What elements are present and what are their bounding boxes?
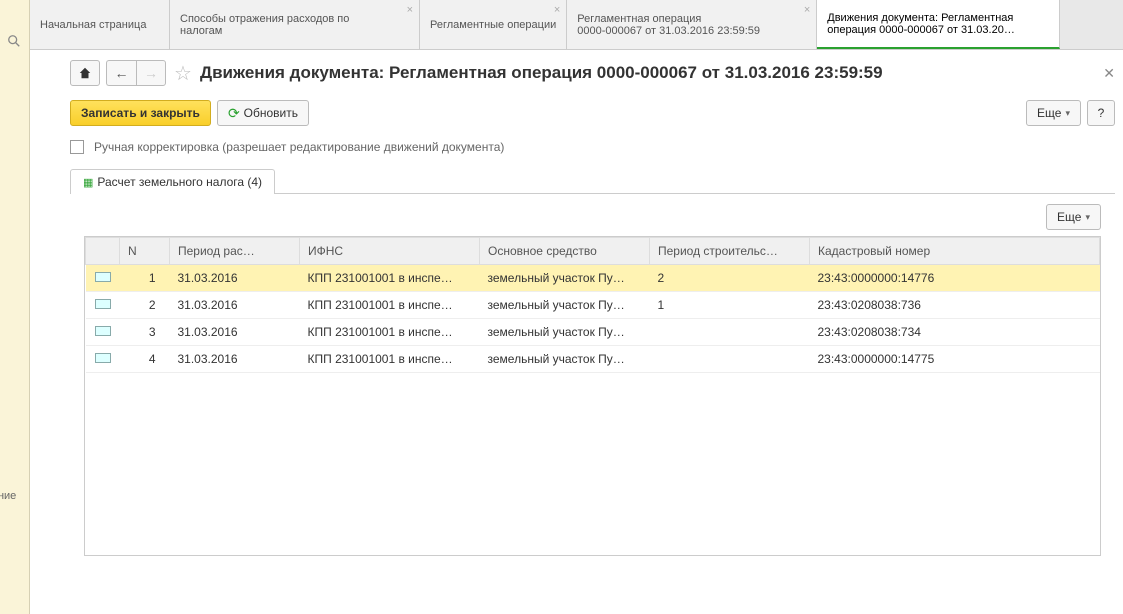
tab[interactable]: Начальная страница — [30, 0, 170, 49]
save-close-button[interactable]: Записать и закрыть — [70, 100, 211, 126]
tab[interactable]: Способы отражения расходов поналогам× — [170, 0, 420, 49]
manual-correction-label: Ручная корректировка (разрешает редактир… — [94, 140, 504, 154]
tab[interactable]: Регламентные операции× — [420, 0, 567, 49]
side-item[interactable]: ование — [0, 490, 16, 502]
tab-close-icon[interactable]: × — [804, 4, 810, 16]
col-period[interactable]: Период рас… — [170, 238, 300, 265]
forward-button[interactable]: → — [136, 60, 166, 86]
more-button[interactable]: Еще — [1026, 100, 1081, 126]
record-icon — [95, 326, 111, 336]
col-n[interactable]: N — [120, 238, 170, 265]
col-os[interactable]: Основное средство — [480, 238, 650, 265]
record-icon — [95, 299, 111, 309]
help-button[interactable]: ? — [1087, 100, 1115, 126]
left-panel: о… о… дры … ование — [0, 0, 30, 614]
col-ifns[interactable]: ИФНС — [300, 238, 480, 265]
tab-bar: Начальная страницаСпособы отражения расх… — [30, 0, 1123, 50]
tab[interactable]: Регламентная операция0000-000067 от 31.0… — [567, 0, 817, 49]
data-table[interactable]: N Период рас… ИФНС Основное средство Пер… — [84, 236, 1101, 556]
table-header-row: N Период рас… ИФНС Основное средство Пер… — [86, 238, 1100, 265]
table-row[interactable]: 231.03.2016КПП 231001001 в инспе…земельн… — [86, 292, 1100, 319]
close-icon[interactable]: ✕ — [1103, 65, 1115, 82]
col-stroi[interactable]: Период строительс… — [650, 238, 810, 265]
tab-close-icon[interactable]: × — [407, 4, 413, 16]
table-more-button[interactable]: Еще — [1046, 204, 1101, 230]
table-row[interactable]: 331.03.2016КПП 231001001 в инспе…земельн… — [86, 319, 1100, 346]
form-tab-land-tax[interactable]: ▦ Расчет земельного налога (4) — [70, 169, 275, 194]
grid-icon: ▦ — [83, 176, 93, 189]
manual-correction-checkbox[interactable] — [70, 140, 84, 154]
table-row[interactable]: 131.03.2016КПП 231001001 в инспе…земельн… — [86, 265, 1100, 292]
col-kad[interactable]: Кадастровый номер — [810, 238, 1100, 265]
record-icon — [95, 272, 111, 282]
back-button[interactable]: ← — [106, 60, 136, 86]
home-button[interactable] — [70, 60, 100, 86]
tab[interactable]: Движения документа: Регламентнаяоперация… — [817, 0, 1060, 49]
record-icon — [95, 353, 111, 363]
refresh-button[interactable]: ⟳Обновить — [217, 100, 309, 126]
search-icon[interactable] — [4, 34, 24, 54]
favorite-star-icon[interactable]: ☆ — [172, 62, 194, 84]
page-title: Движения документа: Регламентная операци… — [200, 63, 883, 83]
table-row[interactable]: 431.03.2016КПП 231001001 в инспе…земельн… — [86, 346, 1100, 373]
tab-close-icon[interactable]: × — [554, 4, 560, 16]
refresh-icon: ⟳ — [228, 105, 240, 122]
